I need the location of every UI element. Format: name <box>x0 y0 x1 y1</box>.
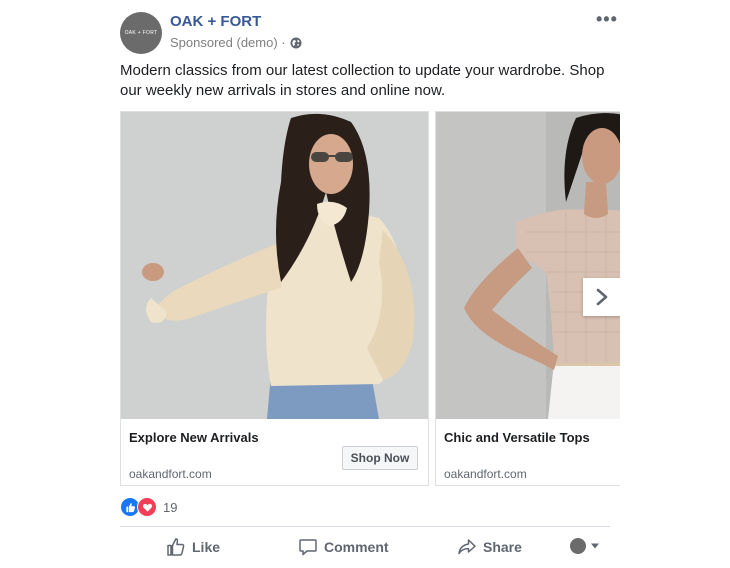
share-button[interactable]: Share <box>457 537 522 557</box>
caret-down-icon <box>591 543 599 549</box>
post-body-text: Modern classics from our latest collecti… <box>120 62 605 99</box>
card-domain: oakandfort.com <box>129 467 212 481</box>
product-photo-woman-gingham-top <box>436 112 620 419</box>
carousel-next-button[interactable] <box>583 278 620 316</box>
sponsored-text: Sponsored (demo) · <box>170 35 286 50</box>
page-avatar[interactable]: OAK + FORT <box>120 12 162 54</box>
chevron-right-icon <box>596 288 608 306</box>
more-options-icon[interactable]: ••• <box>596 10 618 28</box>
comment-label: Comment <box>324 539 389 555</box>
comment-icon <box>299 539 317 556</box>
comment-button[interactable]: Comment <box>298 537 389 557</box>
love-reaction-icon <box>137 497 157 517</box>
card-domain: oakandfort.com <box>444 467 527 481</box>
profile-avatar-icon <box>570 538 586 554</box>
carousel-card[interactable]: Explore New Arrivals oakandfort.com Shop… <box>120 111 429 486</box>
shop-now-button[interactable]: Shop Now <box>342 446 418 470</box>
card-title[interactable]: Chic and Versatile Tops <box>444 430 590 445</box>
card-title[interactable]: Explore New Arrivals <box>129 430 259 445</box>
share-label: Share <box>483 539 522 555</box>
sponsored-label: Sponsored (demo) · <box>170 35 302 50</box>
product-image[interactable] <box>121 112 428 419</box>
reaction-summary[interactable]: 19 <box>120 497 177 517</box>
sponsored-post: OAK + FORT OAK + FORT Sponsored (demo) ·… <box>0 0 730 568</box>
carousel: Explore New Arrivals oakandfort.com Shop… <box>120 111 620 487</box>
product-image[interactable] <box>436 112 620 419</box>
divider <box>120 526 610 527</box>
product-photo-woman-blouse <box>121 112 428 419</box>
avatar-logo-text: OAK + FORT <box>124 30 158 36</box>
thumbs-up-icon <box>167 538 185 556</box>
globe-icon[interactable] <box>290 37 302 49</box>
post-as-selector[interactable] <box>570 538 600 554</box>
like-label: Like <box>192 539 221 555</box>
page-name-link[interactable]: OAK + FORT <box>170 13 261 30</box>
share-arrow-icon <box>458 539 476 555</box>
like-button[interactable]: Like <box>166 537 220 557</box>
reaction-count: 19 <box>163 499 178 515</box>
